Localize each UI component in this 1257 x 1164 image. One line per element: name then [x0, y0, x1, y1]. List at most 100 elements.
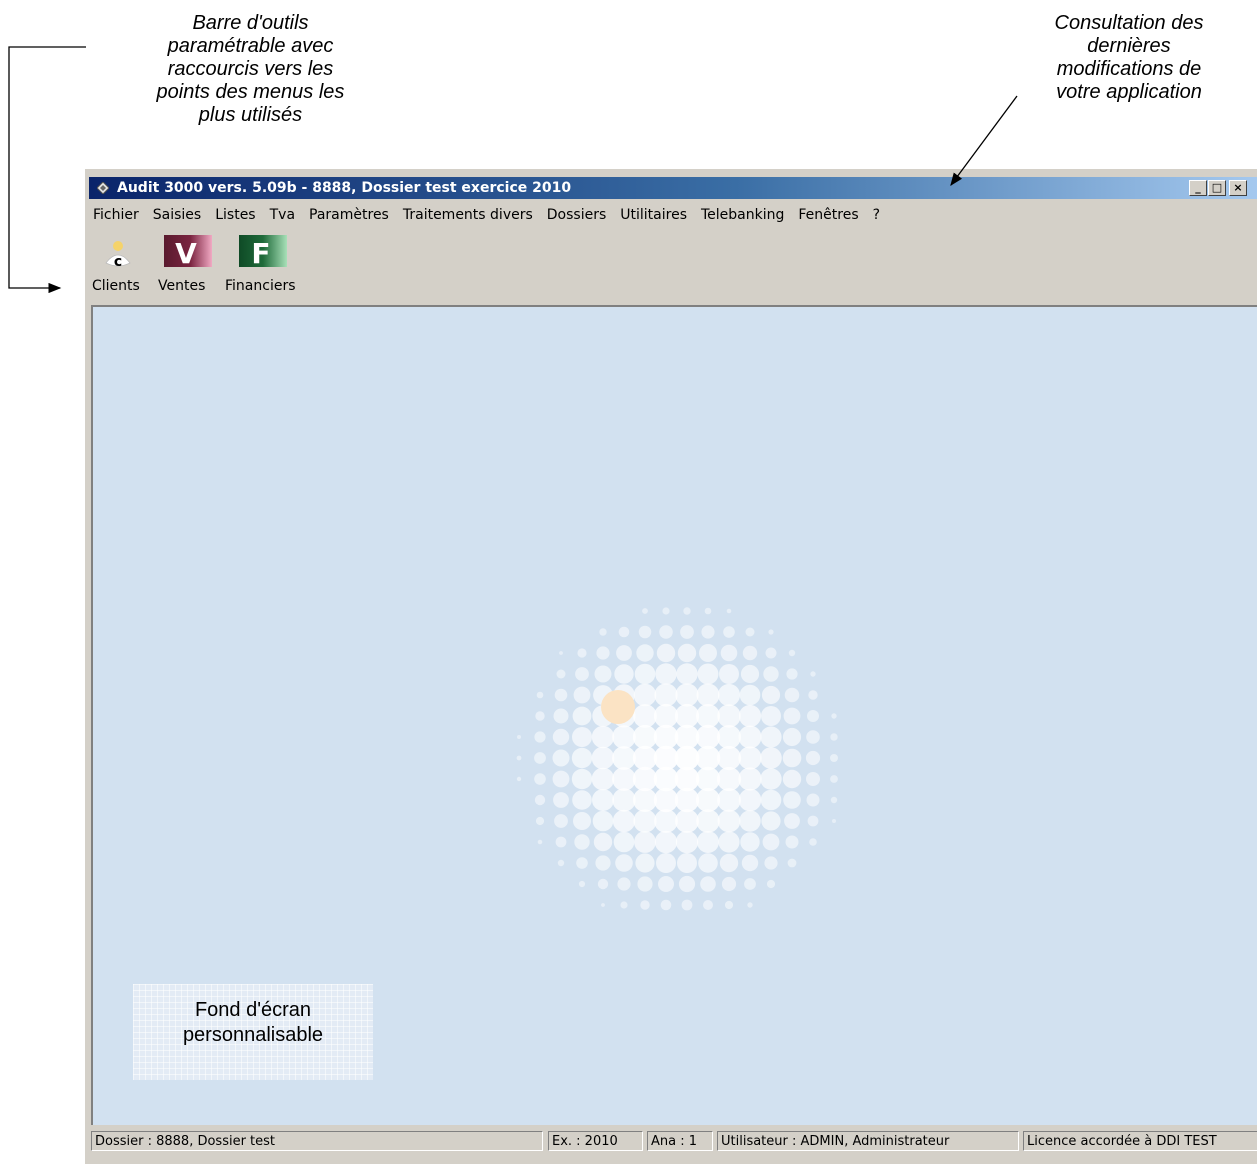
- wallpaper-dot: [596, 646, 610, 660]
- status-exercice: Ex. : 2010: [548, 1131, 643, 1151]
- financiers-button[interactable]: F Financiers: [223, 235, 305, 297]
- wallpaper-dot: [557, 859, 565, 867]
- wallpaper-dot: [556, 669, 566, 679]
- wallpaper-dot: [806, 793, 820, 807]
- wallpaper-dot: [656, 643, 676, 663]
- wallpaper-dot: [760, 768, 782, 790]
- wallpaper-dot: [738, 725, 762, 749]
- wallpaper-dot: [571, 768, 593, 790]
- financiers-glyph: F: [251, 237, 270, 270]
- wallpaper-dot: [634, 831, 656, 853]
- menu-utilitaires[interactable]: Utilitaires: [616, 204, 691, 226]
- wallpaper-dot: [782, 748, 802, 768]
- wallpaper-dot: [594, 665, 612, 683]
- changes-annotation: Consultation des dernières modifications…: [1022, 12, 1236, 104]
- wallpaper-dot: [674, 766, 700, 792]
- wallpaper-dot: [552, 728, 570, 746]
- wallpaper-dot: [768, 629, 774, 635]
- wallpaper-dot: [612, 767, 636, 791]
- wallpaper-dot: [575, 667, 589, 681]
- menu-saisies[interactable]: Saisies: [149, 204, 205, 226]
- wallpaper-dot: [534, 752, 546, 764]
- wallpaper-dot: [760, 726, 782, 748]
- wallpaper-dot: [574, 834, 590, 850]
- menu-traitements-divers[interactable]: Traitements divers: [399, 204, 537, 226]
- wallpaper-dot: [738, 746, 762, 770]
- wallpaper-dot: [740, 664, 760, 684]
- wallpaper-dot: [559, 651, 563, 655]
- status-user: Utilisateur : ADMIN, Administrateur: [717, 1131, 1019, 1151]
- wallpaper-dot: [675, 683, 699, 707]
- wallpaper-dot: [620, 901, 628, 909]
- wallpaper-dot: [717, 788, 741, 812]
- wallpaper-dot: [553, 792, 569, 808]
- wallpaper-highlight-dot: [601, 690, 635, 724]
- wallpaper-dot: [535, 711, 545, 721]
- annotation-line: Consultation des: [1054, 12, 1204, 34]
- app-icon[interactable]: [97, 182, 109, 194]
- app-window: Audit 3000 vers. 5.09b - 8888, Dossier t…: [84, 168, 1257, 1164]
- wallpaper-dot: [612, 746, 636, 770]
- ventes-button[interactable]: V Ventes: [156, 235, 214, 297]
- wallpaper-dot: [612, 788, 636, 812]
- menu-fenetres[interactable]: Fenêtres: [794, 204, 862, 226]
- wallpaper-dot: [738, 788, 762, 812]
- desktop-area[interactable]: Fond d'écran personnalisable: [91, 305, 1257, 1125]
- wallpaper-dot: [760, 747, 782, 769]
- wallpaper-dot: [653, 787, 679, 813]
- menu-telebanking[interactable]: Telebanking: [697, 204, 788, 226]
- menu-tva[interactable]: Tva: [266, 204, 299, 226]
- wallpaper-dot: [613, 831, 635, 853]
- wallpaper-dot: [654, 809, 678, 833]
- wallpaper-dot: [674, 724, 700, 750]
- clients-glyph: c: [114, 254, 122, 270]
- annotation-line: Barre d'outils: [192, 12, 309, 34]
- wallpaper-dot: [806, 772, 820, 786]
- wallpaper-dot: [716, 745, 742, 771]
- wallpaper-dot: [786, 668, 798, 680]
- menu-help[interactable]: ?: [869, 204, 884, 226]
- wallpaper-dot: [516, 755, 522, 761]
- clients-button[interactable]: c Clients: [89, 235, 147, 297]
- wallpaper-dot: [782, 727, 802, 747]
- annotation-line: modifications de: [1056, 58, 1202, 80]
- wallpaper-dot: [783, 707, 801, 725]
- wallpaper-dot: [745, 627, 755, 637]
- title-bar[interactable]: Audit 3000 vers. 5.09b - 8888, Dossier t…: [89, 177, 1257, 199]
- wallpaper-dot: [615, 854, 633, 872]
- menu-bar: Fichier Saisies Listes Tva Paramètres Traitem…: [89, 204, 890, 226]
- wallpaper-dot: [612, 809, 636, 833]
- wallpaper-dot: [761, 706, 781, 726]
- maximize-button[interactable]: □: [1208, 180, 1226, 196]
- wallpaper-dot: [617, 877, 631, 891]
- wallpaper-dot: [675, 830, 699, 854]
- wallpaper-dot: [717, 683, 741, 707]
- wallpaper-dot: [762, 833, 780, 851]
- menu-dossiers[interactable]: Dossiers: [543, 204, 611, 226]
- wallpaper-dot: [591, 746, 615, 770]
- wallpaper-dot: [576, 857, 588, 869]
- wallpaper-dot: [573, 686, 591, 704]
- wallpaper-dot: [726, 608, 732, 614]
- minimize-button[interactable]: _: [1189, 180, 1207, 196]
- wallpaper-dot: [717, 809, 741, 833]
- wallpaper-dot: [680, 625, 694, 639]
- wallpaper-dot: [592, 789, 614, 811]
- wallpaper-dot: [635, 853, 655, 873]
- menu-fichier[interactable]: Fichier: [89, 204, 143, 226]
- wallpaper-dot: [633, 788, 657, 812]
- menu-listes[interactable]: Listes: [211, 204, 259, 226]
- wallpaper-dot: [653, 703, 679, 729]
- wallpaper-dot: [552, 749, 570, 767]
- wallpaper-dot: [744, 878, 756, 890]
- wallpaper-dot: [696, 704, 720, 728]
- wallpaper-dot: [739, 684, 761, 706]
- wallpaper-dot: [537, 839, 543, 845]
- close-button[interactable]: ×: [1229, 180, 1247, 196]
- wallpaper-dot: [760, 789, 782, 811]
- wallpaper-dot: [738, 704, 762, 728]
- wallpaper-dot: [701, 625, 715, 639]
- financiers-label: Financiers: [225, 278, 296, 294]
- wallpaper-dot: [831, 713, 837, 719]
- menu-parametres[interactable]: Paramètres: [305, 204, 393, 226]
